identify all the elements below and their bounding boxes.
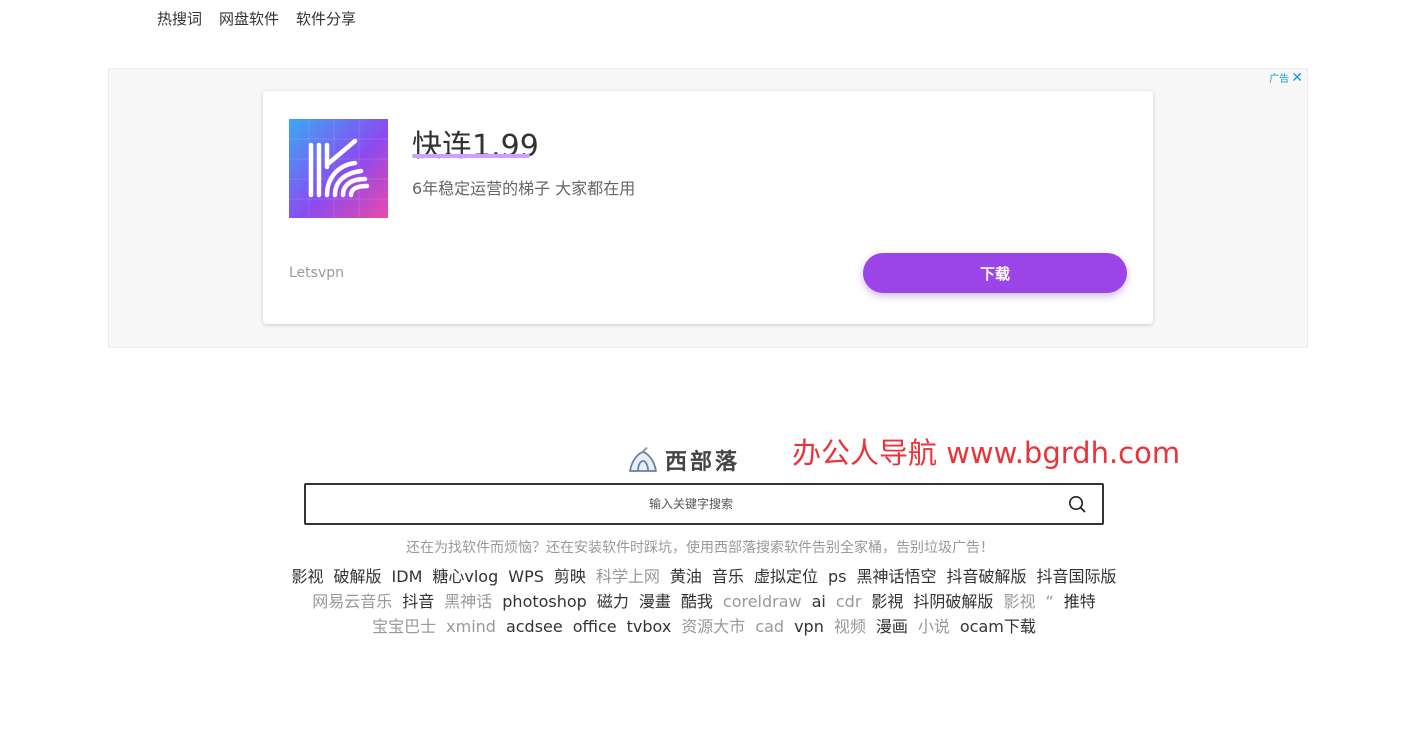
ad-title-underline (412, 154, 530, 158)
search-box (304, 483, 1104, 525)
watermark: 办公人导航 www.bgrdh.com (792, 436, 1181, 470)
hot-tag[interactable]: 宝宝巴士 (372, 617, 436, 637)
hot-tag[interactable]: 抖音 (402, 592, 434, 612)
letsvpn-logo-icon (289, 119, 388, 218)
hot-tag[interactable]: 酷我 (681, 592, 713, 612)
ad-corner: 广告 ✕ (1269, 70, 1303, 86)
hot-tag[interactable]: 抖音国际版 (1036, 567, 1116, 587)
hot-tags-row-1: 影视 破解版 IDM 糖心vlog WPS 剪映 科学上网 黄油 音乐 虚拟定位 ps 黑神话悟空 抖音… (0, 567, 1408, 587)
ad-card[interactable]: 快连1.99 6年稳定运营的梯子 大家都在用 Letsvpn 下载 (263, 91, 1153, 324)
site-logo-text: 西部落 (665, 450, 741, 475)
hot-tag[interactable]: 剪映 (554, 567, 586, 587)
hot-tag[interactable]: 小说 (918, 617, 950, 637)
hot-tag[interactable]: ocam下载 (960, 617, 1036, 637)
ad-brand: Letsvpn (289, 265, 344, 281)
hot-tag[interactable]: 漫画 (876, 617, 908, 637)
hot-tag[interactable]: photoshop (502, 592, 587, 612)
site-logo[interactable]: 西部落 (627, 444, 740, 476)
hot-tag[interactable]: 黑神话悟空 (856, 567, 936, 587)
nav-hot-words[interactable]: 热搜词 (157, 8, 202, 29)
hot-tag[interactable]: 科学上网 (596, 567, 660, 587)
hot-tag[interactable]: “ (1045, 592, 1053, 612)
close-icon[interactable]: ✕ (1291, 71, 1303, 85)
hot-tag[interactable]: coreldraw (723, 592, 802, 612)
ad-download-button[interactable]: 下载 (863, 253, 1127, 293)
hot-tag[interactable]: 视频 (834, 617, 866, 637)
hot-tag[interactable]: WPS (508, 567, 544, 587)
hot-tag[interactable]: 网易云音乐 (312, 592, 392, 612)
ad-banner: 广告 ✕ 快连1.99 6年稳定运营的梯子 大家都在用 Letsvpn 下载 (108, 68, 1308, 348)
hot-tag[interactable]: tvbox (627, 617, 672, 637)
search-icon[interactable] (1068, 495, 1086, 513)
hot-tag[interactable]: 影视 (1003, 592, 1035, 612)
hot-tag[interactable]: ai (812, 592, 826, 612)
hot-tag[interactable]: 音乐 (712, 567, 744, 587)
hot-tag[interactable]: cad (755, 617, 784, 637)
hot-tag[interactable]: cdr (836, 592, 862, 612)
top-nav: 热搜词 网盘软件 软件分享 (157, 8, 356, 29)
tagline: 还在为找软件而烦恼？还在安装软件时踩坑，使用西部落搜索软件告别全家桶，告别垃圾广… (406, 540, 994, 556)
hot-tag[interactable]: 磁力 (597, 592, 629, 612)
tent-logo-icon (629, 447, 657, 472)
ad-title[interactable]: 快连1.99 (412, 121, 539, 165)
hot-tag[interactable]: 影视 (292, 567, 324, 587)
hot-tag[interactable]: IDM (392, 567, 423, 587)
nav-netdisk-software[interactable]: 网盘软件 (219, 8, 279, 29)
hot-tag[interactable]: office (573, 617, 617, 637)
hot-tag[interactable]: 漫畫 (639, 592, 671, 612)
search-input[interactable] (306, 485, 1046, 523)
hot-tag[interactable]: 破解版 (334, 567, 382, 587)
page: 热搜词 网盘软件 软件分享 广告 ✕ 快连1.99 6年稳定运营的梯子 大家都在… (0, 0, 1414, 749)
hot-tag[interactable]: 资源大市 (681, 617, 745, 637)
hot-tag[interactable]: 黑神话 (444, 592, 492, 612)
hot-tag[interactable]: xmind (446, 617, 496, 637)
hot-tags-row-3: 宝宝巴士 xmind acdsee office tvbox 资源大市 cad vpn 视频 漫画… (0, 617, 1408, 637)
hot-tag[interactable]: 抖音破解版 (946, 567, 1026, 587)
hot-tag[interactable]: 抖阴破解版 (913, 592, 993, 612)
hot-tag[interactable]: vpn (794, 617, 824, 637)
hot-tag[interactable]: 糖心vlog (432, 567, 498, 587)
ad-subtitle: 6年稳定运营的梯子 大家都在用 (412, 179, 636, 198)
hot-tags-row-2: 网易云音乐 抖音 黑神话 photoshop 磁力 漫畫 酷我 coreldraw ai cdr 影… (0, 592, 1408, 612)
hot-tag[interactable]: 虚拟定位 (754, 567, 818, 587)
hot-tag[interactable]: 推特 (1064, 592, 1096, 612)
nav-software-share[interactable]: 软件分享 (296, 8, 356, 29)
hot-tag[interactable]: 黄油 (670, 567, 702, 587)
hot-tag[interactable]: 影視 (871, 592, 903, 612)
hot-tag[interactable]: ps (828, 567, 847, 587)
ad-badge: 广告 (1269, 74, 1290, 85)
hot-tag[interactable]: acdsee (506, 617, 563, 637)
